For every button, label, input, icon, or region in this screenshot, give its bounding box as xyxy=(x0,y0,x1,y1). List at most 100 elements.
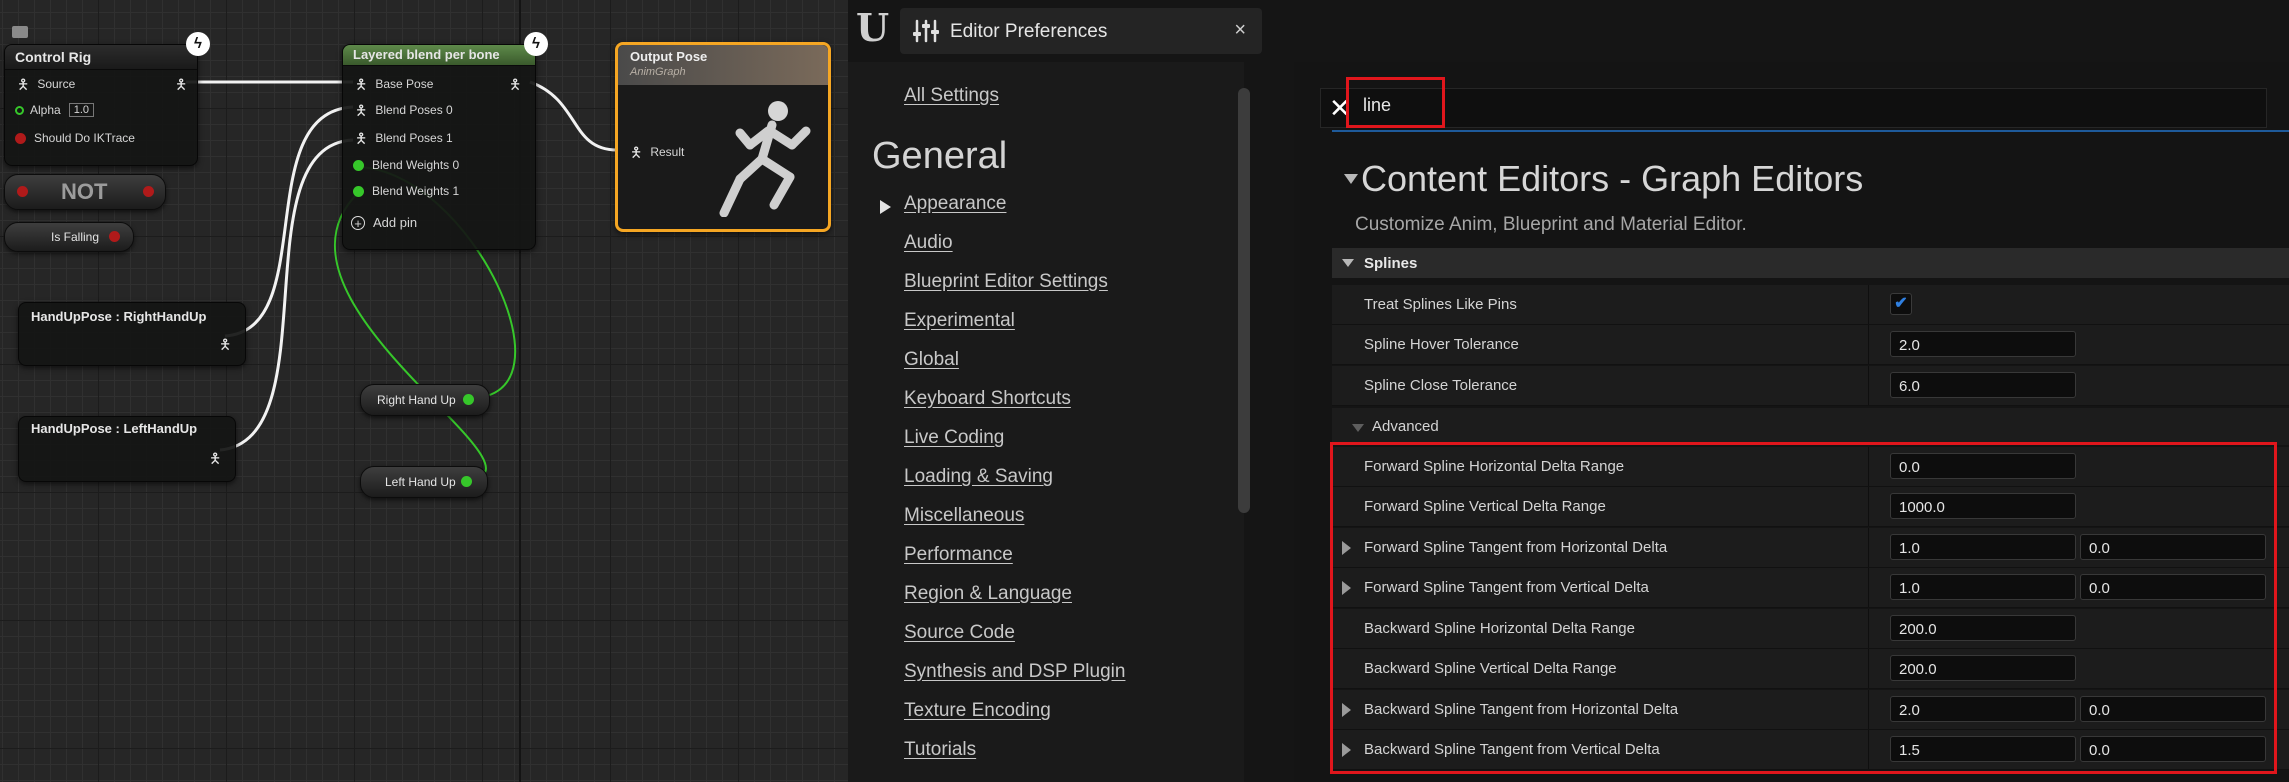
sidebar-item-experimental[interactable]: Experimental xyxy=(904,310,1015,332)
sidebar-item-appearance[interactable]: Appearance xyxy=(904,193,1006,215)
search-input[interactable]: ✕ line xyxy=(1320,88,2267,128)
hand-up-pose-left-node[interactable]: HandUpPose : LeftHandUp 🯅 xyxy=(18,416,236,482)
not-node[interactable]: NOT xyxy=(4,174,166,210)
value-input-y[interactable]: 0.0 xyxy=(2080,574,2266,600)
advanced-group-header[interactable]: Advanced xyxy=(1332,408,2289,445)
output-pose-node[interactable]: Output Pose AnimGraph 🯅 Result xyxy=(615,42,831,232)
left-hand-up-node[interactable]: Left Hand Up xyxy=(360,466,488,498)
value-input-x[interactable]: 1.5 xyxy=(1890,736,2076,762)
sidebar-item-synthesis-dsp-plugin[interactable]: Synthesis and DSP Plugin xyxy=(904,661,1125,683)
float-pin-icon[interactable] xyxy=(353,185,364,197)
sidebar-item-loading-saving[interactable]: Loading & Saving xyxy=(904,466,1053,488)
property-row: Backward Spline Vertical Delta Range 200… xyxy=(1332,649,2289,689)
blend-output-pin-icon[interactable]: 🯅 xyxy=(509,77,521,91)
control-rig-node[interactable]: Control Rig 🯅 Source 🯅 Alpha 1.0 Should … xyxy=(4,44,198,166)
bool-pin-icon[interactable] xyxy=(15,132,26,144)
source-output-pin-icon[interactable]: 🯅 xyxy=(175,77,187,91)
add-circle-icon: + xyxy=(351,215,365,230)
pose-pin-icon[interactable]: 🯅 xyxy=(630,145,642,159)
field-value: 200.0 xyxy=(1899,621,1937,638)
field-value: 1.0 xyxy=(1899,580,1920,597)
pose-output-pin-icon[interactable]: 🯅 xyxy=(219,337,231,351)
anim-graph-canvas[interactable]: Control Rig 🯅 Source 🯅 Alpha 1.0 Should … xyxy=(0,0,848,782)
is-falling-pin-icon[interactable] xyxy=(109,231,120,242)
sidebar-item-performance[interactable]: Performance xyxy=(904,544,1013,566)
value-input-x[interactable]: 1.0 xyxy=(1890,534,2076,560)
float-pin-icon[interactable] xyxy=(353,159,364,171)
not-input-pin-icon[interactable] xyxy=(17,186,28,197)
not-output-pin-icon[interactable] xyxy=(143,186,154,197)
expand-arrow-icon[interactable] xyxy=(1342,743,1351,757)
sidebar-item-live-coding[interactable]: Live Coding xyxy=(904,427,1004,449)
clear-search-icon[interactable]: ✕ xyxy=(1329,93,1351,124)
field-value: 200.0 xyxy=(1899,661,1937,678)
pose-pin-icon[interactable]: 🯅 xyxy=(355,131,367,145)
property-row: Forward Spline Tangent from Vertical Del… xyxy=(1332,568,2289,608)
right-hand-up-node[interactable]: Right Hand Up xyxy=(360,384,490,416)
layered-blend-node[interactable]: Layered blend per bone 🯅 Base Pose 🯅 🯅 B… xyxy=(342,44,536,250)
treat-splines-like-pins-checkbox[interactable]: ✔ xyxy=(1890,293,1912,315)
is-falling-label: Is Falling xyxy=(51,230,100,244)
value-input-y[interactable]: 0.0 xyxy=(2080,736,2266,762)
value-input-x[interactable]: 2.0 xyxy=(1890,696,2076,722)
pose-output-pin-icon[interactable]: 🯅 xyxy=(209,451,221,465)
field-value: 0.0 xyxy=(2089,742,2110,759)
all-settings-link[interactable]: All Settings xyxy=(904,85,999,107)
category-description: Customize Anim, Blueprint and Material E… xyxy=(1355,214,1747,235)
sidebar-item-audio[interactable]: Audio xyxy=(904,232,953,254)
wire-basepose-result xyxy=(529,80,618,152)
pose-pin-icon[interactable]: 🯅 xyxy=(17,77,29,91)
is-falling-node[interactable]: Is Falling xyxy=(4,222,134,252)
running-mannequin-icon xyxy=(719,101,811,217)
sidebar-item-keyboard-shortcuts[interactable]: Keyboard Shortcuts xyxy=(904,388,1071,410)
sidebar-item-source-code[interactable]: Source Code xyxy=(904,622,1015,644)
field-value: 0.0 xyxy=(2089,580,2110,597)
expand-arrow-icon[interactable] xyxy=(1342,541,1351,555)
sidebar-scrollbar[interactable] xyxy=(1238,88,1250,513)
category-collapse-icon[interactable] xyxy=(1344,174,1358,184)
column-splitter xyxy=(1868,568,1869,607)
value-input[interactable]: 1000.0 xyxy=(1890,493,2076,519)
column-splitter xyxy=(1868,366,1869,405)
property-row: Forward Spline Vertical Delta Range 1000… xyxy=(1332,487,2289,527)
comment-icon[interactable] xyxy=(12,26,28,38)
alpha-pin-icon[interactable] xyxy=(15,105,24,115)
editor-preferences-tab[interactable]: Editor Preferences × xyxy=(900,8,1262,54)
sidebar-item-global[interactable]: Global xyxy=(904,349,959,371)
property-label: Forward Spline Tangent from Vertical Del… xyxy=(1364,579,1649,596)
sidebar-item-texture-encoding[interactable]: Texture Encoding xyxy=(904,700,1051,722)
sidebar-item-blueprint-editor-settings[interactable]: Blueprint Editor Settings xyxy=(904,271,1108,293)
sidebar-item-tutorials[interactable]: Tutorials xyxy=(904,739,976,761)
close-icon[interactable]: × xyxy=(1234,19,1246,42)
hand-up-pose-right-node[interactable]: HandUpPose : RightHandUp 🯅 xyxy=(18,302,246,366)
field-value: 1.5 xyxy=(1899,742,1920,759)
expand-arrow-icon[interactable] xyxy=(1342,703,1351,717)
property-label: Backward Spline Tangent from Vertical De… xyxy=(1364,741,1660,758)
value-input[interactable]: 200.0 xyxy=(1890,615,2076,641)
value-input[interactable]: 200.0 xyxy=(1890,655,2076,681)
value-input-y[interactable]: 0.0 xyxy=(2080,534,2266,560)
value-input[interactable]: 0.0 xyxy=(1890,453,2076,479)
sidebar-item-region-language[interactable]: Region & Language xyxy=(904,583,1072,605)
value-input-y[interactable]: 0.0 xyxy=(2080,696,2266,722)
add-pin-button[interactable]: + Add pin xyxy=(351,215,417,230)
value-input-x[interactable]: 1.0 xyxy=(1890,574,2076,600)
spline-hover-tolerance-input[interactable]: 2.0 xyxy=(1890,331,2076,357)
column-splitter xyxy=(1868,609,1869,648)
float-output-pin-icon[interactable] xyxy=(461,476,472,487)
pose-pin-icon[interactable]: 🯅 xyxy=(355,103,367,117)
splines-section-header[interactable]: Splines xyxy=(1332,248,2289,278)
pose-pin-icon[interactable]: 🯅 xyxy=(355,77,367,91)
add-pin-label: Add pin xyxy=(373,215,418,230)
spline-close-tolerance-input[interactable]: 6.0 xyxy=(1890,372,2076,398)
float-output-pin-icon[interactable] xyxy=(463,394,474,405)
expand-arrow-icon[interactable] xyxy=(1342,581,1351,595)
column-splitter xyxy=(1868,649,1869,688)
lightning-icon: ϟ xyxy=(186,32,210,56)
alpha-value-field[interactable]: 1.0 xyxy=(68,103,94,117)
wire-right-blendpose0 xyxy=(224,105,354,338)
current-selection-arrow-icon xyxy=(880,200,891,214)
property-row: Forward Spline Horizontal Delta Range 0.… xyxy=(1332,447,2289,487)
sidebar-item-miscellaneous[interactable]: Miscellaneous xyxy=(904,505,1024,527)
property-row: Treat Splines Like Pins ✔ xyxy=(1332,285,2289,325)
